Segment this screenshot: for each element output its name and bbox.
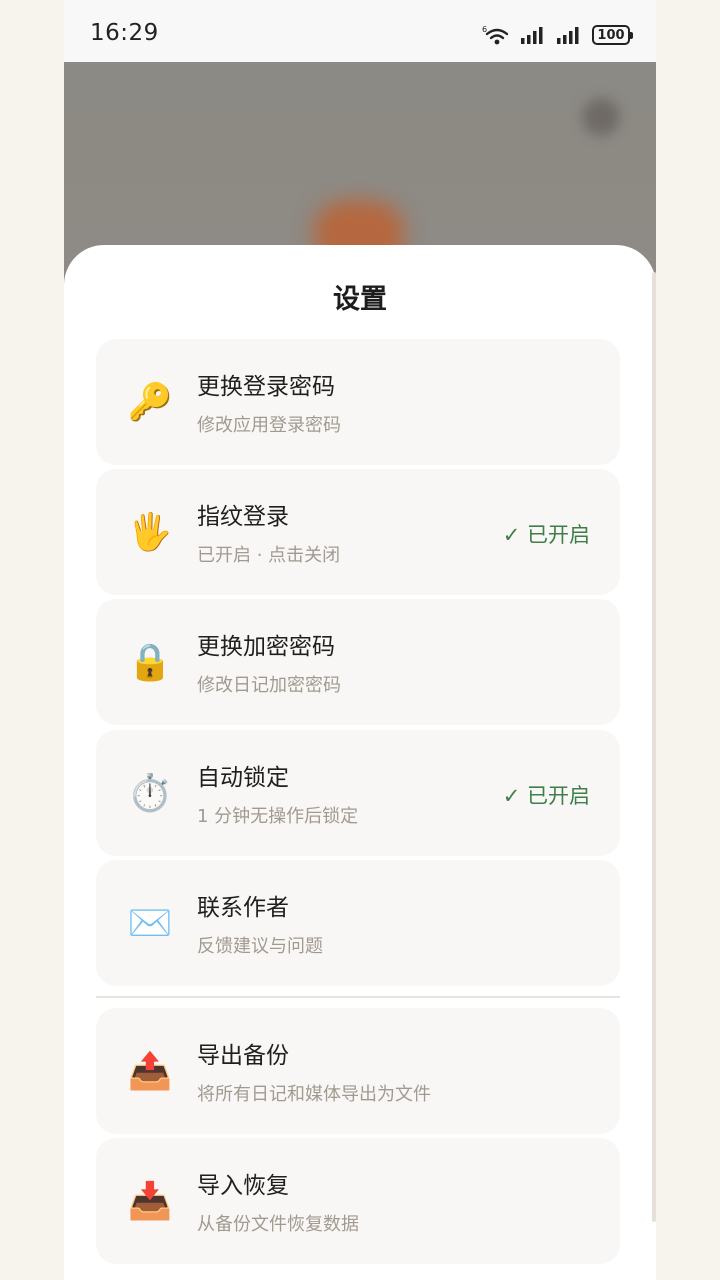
settings-item-subtitle: 将所有日记和媒体导出为文件 xyxy=(197,1084,431,1105)
lock-icon: 🔒 xyxy=(127,642,173,683)
status-badge: ✓ 已开启 xyxy=(502,523,590,547)
settings-item-auto-lock[interactable]: ⏱️ 自动锁定 1 分钟无操作后锁定 ✓ 已开启 xyxy=(96,730,620,856)
settings-item-title: 导出备份 xyxy=(197,1043,289,1069)
blurred-button-shape xyxy=(582,98,620,136)
settings-item-subtitle: 从备份文件恢复数据 xyxy=(197,1214,359,1235)
key-icon: 🔑 xyxy=(127,382,173,423)
envelope-icon: ✉️ xyxy=(127,903,173,944)
settings-item-export-backup[interactable]: 📤 导出备份 将所有日记和媒体导出为文件 xyxy=(96,1008,620,1134)
settings-item-change-login-password[interactable]: 🔑 更换登录密码 修改应用登录密码 xyxy=(96,339,620,465)
settings-item-title: 自动锁定 xyxy=(197,765,289,791)
settings-item-fingerprint-login[interactable]: 🖐️ 指纹登录 已开启 · 点击关闭 ✓ 已开启 xyxy=(96,469,620,595)
settings-sheet: 设置 🔑 更换登录密码 修改应用登录密码 🖐️ 指纹登录 已开启 · 点击关闭 … xyxy=(64,245,656,1280)
sheet-title: 设置 xyxy=(333,284,387,315)
battery-icon: 100 xyxy=(592,25,633,45)
status-badge: ✓ 已开启 xyxy=(502,784,590,808)
settings-item-title: 联系作者 xyxy=(197,895,289,921)
settings-item-title: 更换加密密码 xyxy=(197,634,335,660)
inbox-tray-icon: 📥 xyxy=(127,1181,173,1222)
settings-item-import-restore[interactable]: 📥 导入恢复 从备份文件恢复数据 xyxy=(96,1138,620,1264)
status-icons: 6 100 xyxy=(482,22,633,48)
section-divider xyxy=(96,996,620,998)
signal-icon xyxy=(521,27,543,44)
settings-item-subtitle: 已开启 · 点击关闭 xyxy=(197,545,341,566)
settings-item-change-encryption-password[interactable]: 🔒 更换加密密码 修改日记加密密码 xyxy=(96,599,620,725)
settings-item-title: 导入恢复 xyxy=(197,1173,289,1199)
stopwatch-icon: ⏱️ xyxy=(127,773,173,814)
status-time: 16:29 xyxy=(90,20,159,46)
settings-item-title: 更换登录密码 xyxy=(197,374,335,400)
svg-text:6: 6 xyxy=(482,25,487,34)
settings-item-subtitle: 修改日记加密密码 xyxy=(197,675,341,696)
phone-screen: 16:29 6 100 设置 🔑 更换登录密码 修改应用登录密码 🖐️ 指纹登录… xyxy=(64,0,656,1280)
settings-item-subtitle: 反馈建议与问题 xyxy=(197,936,323,957)
settings-item-subtitle: 修改应用登录密码 xyxy=(197,415,341,436)
settings-item-subtitle: 1 分钟无操作后锁定 xyxy=(197,806,359,827)
signal-icon-2 xyxy=(557,27,579,44)
settings-item-title: 指纹登录 xyxy=(197,504,289,530)
wifi-icon: 6 xyxy=(482,25,509,45)
settings-item-contact-author[interactable]: ✉️ 联系作者 反馈建议与问题 xyxy=(96,860,620,986)
hand-icon: 🖐️ xyxy=(127,512,173,553)
scrollbar[interactable] xyxy=(652,272,656,1222)
status-bar: 16:29 6 100 xyxy=(64,0,656,62)
outbox-tray-icon: 📤 xyxy=(127,1051,173,1092)
